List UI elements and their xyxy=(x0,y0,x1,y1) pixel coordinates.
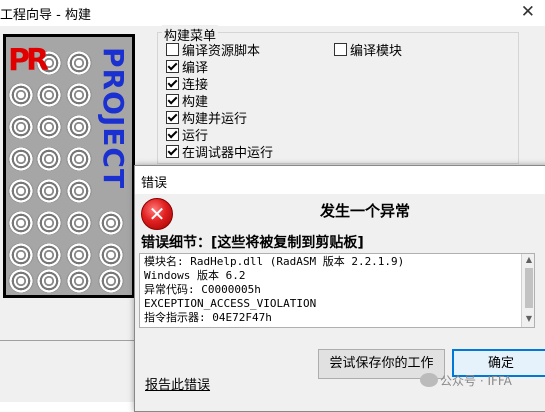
swirl-graphic xyxy=(8,211,34,235)
logo-text: PROJECT xyxy=(97,47,130,190)
checkbox-label: 编译模块 xyxy=(350,44,403,59)
swirl-graphic xyxy=(66,243,92,267)
error-detail-label: 错误细节：[这些将被复制到剪贴板] xyxy=(141,235,364,251)
checkbox-checked-icon xyxy=(166,77,179,90)
checkbox-checked-icon xyxy=(166,94,179,107)
checkbox-checked-icon xyxy=(166,111,179,124)
swirl-graphic xyxy=(8,243,34,267)
checkbox-run-in-debugger[interactable]: 在调试器中运行 xyxy=(166,145,273,162)
checkbox-label: 运行 xyxy=(182,129,209,144)
error-detail-line: 异常代码: C0000005h xyxy=(144,283,261,296)
swirl-graphic xyxy=(66,115,92,139)
build-menu-title: 构建菜单 xyxy=(162,25,219,44)
error-detail-line: 指令指示器: 04E72F47h xyxy=(144,311,272,324)
logo-image: PR PROJECT xyxy=(6,37,132,295)
error-heading: 发生一个异常 xyxy=(320,202,411,220)
wechat-icon xyxy=(420,373,438,387)
swirl-graphic xyxy=(66,51,92,75)
scroll-thumb[interactable] xyxy=(525,268,533,308)
swirl-graphic xyxy=(36,115,62,139)
scroll-down-icon[interactable]: ▼ xyxy=(526,314,532,323)
checkbox-unchecked-icon xyxy=(334,43,347,56)
checkbox-label: 连接 xyxy=(182,78,209,93)
checkbox-build-and-run[interactable]: 构建并运行 xyxy=(166,111,247,128)
report-error-link[interactable]: 报告此错误 xyxy=(145,374,210,393)
swirl-graphic xyxy=(36,179,62,203)
details-scrollbar[interactable]: ▲ ▼ xyxy=(521,254,534,327)
wizard-titlebar: 工程向导 - 构建 ✕ xyxy=(0,0,545,26)
swirl-graphic xyxy=(8,179,34,203)
error-detail-line: EXCEPTION_ACCESS_VIOLATION xyxy=(144,297,317,310)
checkbox-label: 构建 xyxy=(182,95,209,110)
checkbox-unchecked-icon xyxy=(166,43,179,56)
swirl-graphic xyxy=(36,83,62,107)
watermark-text: 公众号 · IFFA xyxy=(440,374,512,388)
checkbox-checked-icon xyxy=(166,128,179,141)
swirl-graphic xyxy=(36,211,62,235)
swirl-graphic xyxy=(66,269,92,293)
checkbox-compile-resource-script[interactable]: 编译资源脚本 xyxy=(166,43,260,60)
swirl-graphic xyxy=(66,83,92,107)
scroll-up-icon[interactable]: ▲ xyxy=(526,255,532,264)
checkbox-link[interactable]: 连接 xyxy=(166,77,208,94)
checkbox-label: 在调试器中运行 xyxy=(182,146,274,161)
error-dialog-title: 错误 xyxy=(141,176,168,191)
wizard-title: 工程向导 - 构建 xyxy=(0,8,91,23)
checkbox-label: 编译资源脚本 xyxy=(182,44,261,59)
project-logo: PR PROJECT xyxy=(3,34,135,298)
checkbox-run[interactable]: 运行 xyxy=(166,128,208,145)
error-detail-line: Windows 版本 6.2 xyxy=(144,269,246,282)
swirl-graphic xyxy=(36,147,62,171)
checkbox-compile[interactable]: 编译 xyxy=(166,60,208,77)
error-details-textbox[interactable]: 模块名: RadHelp.dll (RadASM 版本 2.2.1.9) Win… xyxy=(139,253,535,328)
error-detail-line: 模块名: RadHelp.dll (RadASM 版本 2.2.1.9) xyxy=(144,255,405,268)
swirl-graphic xyxy=(36,269,62,293)
checkbox-checked-icon xyxy=(166,145,179,158)
swirl-graphic xyxy=(8,115,34,139)
watermark: 公众号 · IFFA xyxy=(420,372,512,389)
swirl-graphic xyxy=(66,211,92,235)
divider xyxy=(0,340,140,341)
close-icon[interactable]: ✕ xyxy=(521,1,535,23)
error-x-icon: ✕ xyxy=(141,198,173,230)
swirl-graphic xyxy=(8,269,34,293)
swirl-graphic xyxy=(8,147,34,171)
checkbox-compile-module[interactable]: 编译模块 xyxy=(334,43,402,60)
checkbox-checked-icon xyxy=(166,60,179,73)
checkbox-label: 构建并运行 xyxy=(182,112,248,127)
error-dialog-titlebar: 错误 xyxy=(135,166,545,194)
swirl-graphic xyxy=(66,179,92,203)
swirl-graphic xyxy=(66,147,92,171)
checkbox-build[interactable]: 构建 xyxy=(166,94,208,111)
swirl-graphic xyxy=(36,243,62,267)
logo-letters: PR xyxy=(8,43,49,78)
swirl-graphic xyxy=(8,83,34,107)
checkbox-label: 编译 xyxy=(182,61,209,76)
